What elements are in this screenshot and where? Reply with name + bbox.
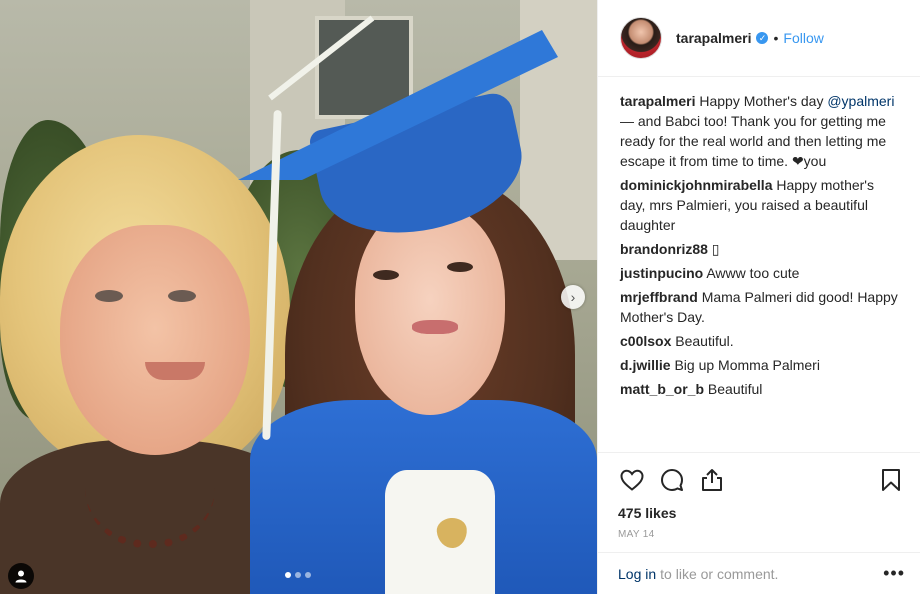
carousel-dot <box>305 572 311 578</box>
share-button[interactable] <box>698 466 726 494</box>
instagram-post: › tarapalmeri ✓ • Follow tarapalmeri Hap… <box>0 0 920 594</box>
post-actions: 475 likes MAY 14 <box>598 452 920 540</box>
comment-username[interactable]: matt_b_or_b <box>620 381 704 397</box>
post-photo[interactable]: › <box>0 0 597 594</box>
comment-text: Big up Momma Palmeri <box>674 357 820 373</box>
comment-text: Beautiful <box>707 381 763 397</box>
follow-button[interactable]: Follow <box>783 30 823 46</box>
comment-username[interactable]: justinpucino <box>620 265 703 281</box>
mother-eye <box>168 290 196 302</box>
chevron-right-icon: › <box>570 289 576 305</box>
caption-text-end: — and Babci too! Thank you for getting m… <box>620 113 887 169</box>
bookmark-icon <box>882 469 900 491</box>
more-options-icon[interactable]: ••• <box>883 563 905 584</box>
list-item: brandonriz88 ▯ <box>620 239 898 259</box>
carousel-dot <box>295 572 301 578</box>
comment-username[interactable]: brandonriz88 <box>620 241 708 257</box>
post-date[interactable]: MAY 14 <box>618 529 905 540</box>
graduate-lips <box>412 320 458 334</box>
comment-button[interactable] <box>658 466 686 494</box>
list-item: mrjeffbrand Mama Palmeri did good! Happy… <box>620 287 898 327</box>
carousel-indicator <box>285 572 311 578</box>
list-item: dominickjohnmirabella Happy mother's day… <box>620 175 898 235</box>
graduate-eye <box>447 262 473 272</box>
comment-username[interactable]: mrjeffbrand <box>620 289 698 305</box>
caption: tarapalmeri Happy Mother's day @ypalmeri… <box>620 91 898 171</box>
mother-face <box>60 225 250 455</box>
mother-eye <box>95 290 123 302</box>
mother-smile <box>145 362 205 380</box>
speech-bubble-icon <box>661 469 683 491</box>
next-slide-button[interactable]: › <box>561 285 585 309</box>
login-prompt-text: to like or comment. <box>660 565 779 582</box>
share-icon <box>702 469 722 491</box>
comment-text: Awww too cute <box>706 265 800 281</box>
verified-badge-icon: ✓ <box>756 32 769 44</box>
person-icon <box>15 570 27 583</box>
graduate-eye <box>373 270 399 280</box>
header-separator: • <box>773 30 779 46</box>
post-sidebar: tarapalmeri ✓ • Follow tarapalmeri Happy… <box>597 0 920 594</box>
heart-icon <box>620 469 644 491</box>
user-tags-button[interactable] <box>8 563 34 589</box>
likes-count[interactable]: 475 likes <box>618 505 905 521</box>
comments-list: tarapalmeri Happy Mother's day @ypalmeri… <box>598 77 920 447</box>
mention-link[interactable]: @ypalmeri <box>827 93 894 109</box>
comment-text: Beautiful. <box>675 333 734 349</box>
like-button[interactable] <box>618 466 646 494</box>
save-button[interactable] <box>877 466 905 494</box>
login-footer: Log in to like or comment. ••• <box>598 552 920 594</box>
login-link[interactable]: Log in <box>618 566 656 582</box>
list-item: c00lsox Beautiful. <box>620 331 898 351</box>
carousel-dot-active <box>285 572 291 578</box>
list-item: matt_b_or_b Beautiful <box>620 379 898 399</box>
avatar[interactable] <box>620 17 662 59</box>
comment-username[interactable]: c00lsox <box>620 333 671 349</box>
action-bar <box>618 461 905 499</box>
comment-username[interactable]: dominickjohnmirabella <box>620 177 772 193</box>
list-item: d.jwillie Big up Momma Palmeri <box>620 355 898 375</box>
comment-text: ▯ <box>711 241 720 257</box>
list-item: justinpucino Awww too cute <box>620 263 898 283</box>
comment-username[interactable]: d.jwillie <box>620 357 671 373</box>
caption-text-start: Happy Mother's day <box>699 93 828 109</box>
graduate-face <box>355 205 505 415</box>
post-header: tarapalmeri ✓ • Follow <box>598 0 920 77</box>
header-username[interactable]: tarapalmeri <box>676 30 751 46</box>
comment-username[interactable]: tarapalmeri <box>620 93 695 109</box>
